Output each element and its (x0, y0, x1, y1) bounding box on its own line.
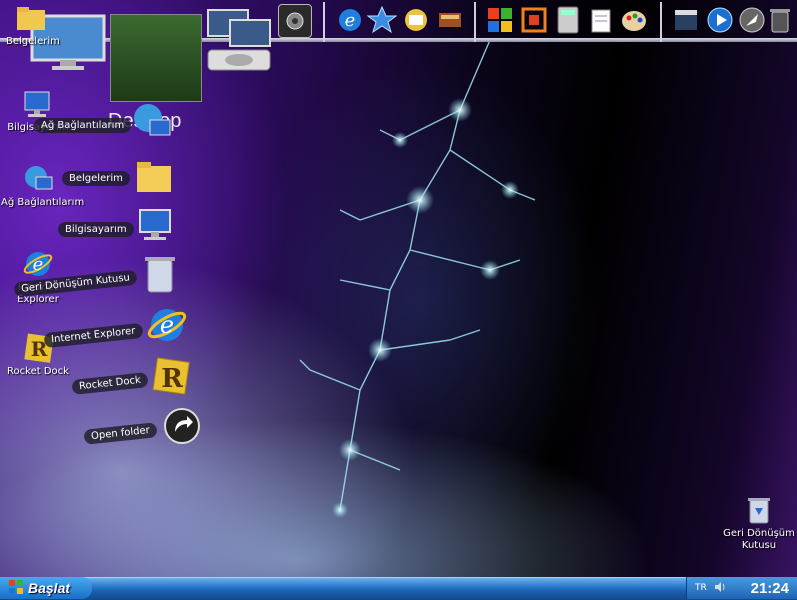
network-icon (22, 163, 54, 195)
svg-text:e: e (33, 254, 44, 275)
svg-text:e: e (345, 10, 356, 31)
dock-separator (323, 2, 325, 42)
stack-label: Bilgisayarım (58, 222, 134, 237)
svg-text:e: e (160, 311, 174, 339)
wallpaper-fractal (299, 39, 536, 518)
network-icon (132, 102, 172, 142)
star-icon[interactable] (366, 4, 398, 36)
svg-text:R: R (161, 364, 183, 394)
taskbar (0, 577, 797, 600)
icon-label: Belgelerim (6, 36, 60, 47)
trash-icon[interactable] (766, 4, 794, 36)
dock-separator (474, 2, 476, 42)
ie-icon: e (146, 304, 187, 344)
volume-icon[interactable] (713, 580, 727, 597)
stack-label: Belgelerim (62, 171, 130, 186)
desktop-preview-thumbnail[interactable] (110, 14, 202, 102)
desktop-icon-documents[interactable]: Belgelerim (0, 2, 68, 48)
icon-label: Geri Dönüşüm Kutusu (723, 528, 795, 551)
recycle-bin-icon (140, 252, 180, 293)
paint-icon[interactable] (618, 4, 650, 36)
start-button[interactable]: Başlat (0, 577, 92, 599)
movie-icon[interactable] (670, 4, 702, 36)
rocketdock-icon: R (150, 356, 190, 396)
settings-icon[interactable] (278, 4, 312, 38)
language-indicator[interactable]: TR (695, 583, 707, 593)
rocket-icon[interactable] (736, 4, 768, 36)
open-folder-icon (162, 406, 202, 446)
folder-icon (15, 2, 47, 34)
books-icon[interactable] (434, 4, 466, 36)
stack-label: Internet Explorer (43, 322, 144, 349)
media-player-icon[interactable] (704, 4, 736, 36)
dock-separator (660, 2, 662, 42)
office-icon[interactable] (518, 4, 550, 36)
system-tray: TR 21:24 (686, 577, 797, 599)
ie-icon[interactable]: e (334, 4, 366, 36)
calculator-icon[interactable] (552, 4, 584, 36)
clock[interactable]: 21:24 (751, 580, 789, 597)
ie-icon: e (22, 248, 54, 280)
computer-icon (136, 206, 176, 246)
start-label: Başlat (28, 580, 71, 596)
computer-icon (22, 88, 54, 120)
stack-label: Open folder (83, 422, 158, 445)
recycle-bin-icon (743, 494, 775, 526)
desktop-icon-network[interactable]: Ağ Bağlantılarım (1, 163, 85, 209)
folder-icon (134, 156, 174, 196)
stack-label: Rocket Dock (71, 372, 149, 395)
mail-icon[interactable] (400, 4, 432, 36)
windows-icon[interactable] (484, 4, 516, 36)
stack-label: Ağ Bağlantılarım (34, 118, 132, 133)
icon-label: Rocket Dock (7, 366, 69, 377)
icon-label: Ağ Bağlantılarım (1, 197, 85, 208)
notepad-icon[interactable] (586, 4, 618, 36)
windows-logo-icon (8, 579, 24, 598)
drive-thumbnail[interactable] (204, 6, 274, 74)
desktop-icon-recycle-bin[interactable]: Geri Dönüşüm Kutusu (722, 494, 796, 552)
